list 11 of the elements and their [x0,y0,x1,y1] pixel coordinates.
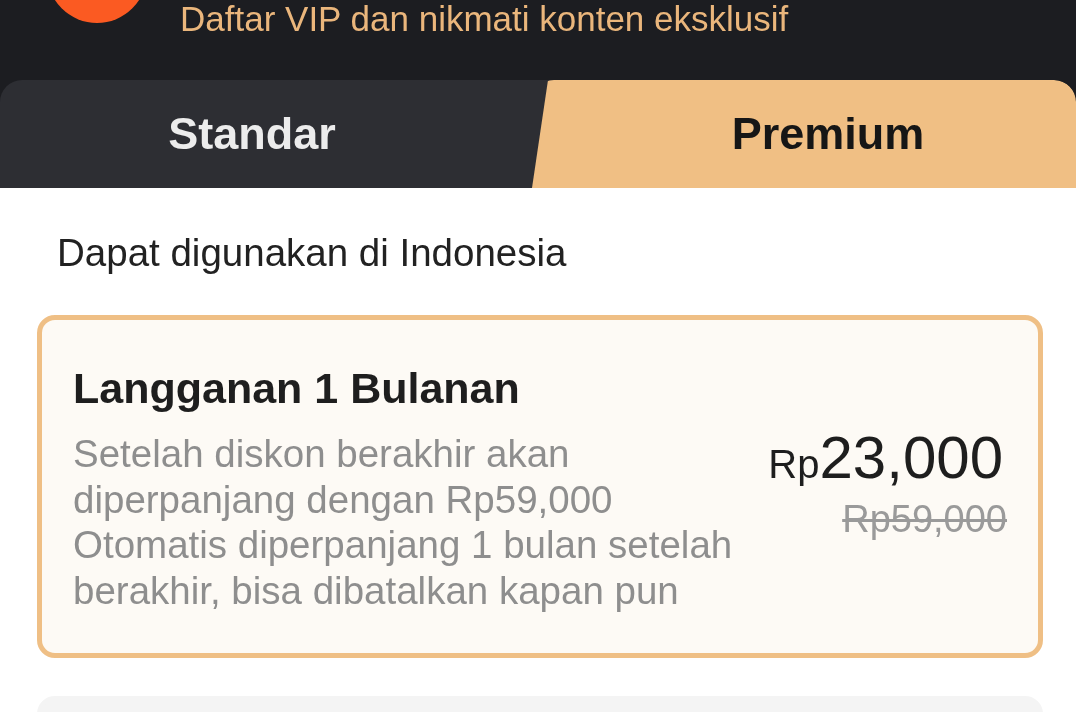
header-subtitle: Daftar VIP dan nikmati konten eksklusif [180,0,789,38]
plan-description: Setelah diskon berakhir akan diperpanjang dengan Rp59,000 [73,431,614,522]
plan-tab[interactable]: Premium [532,80,1076,188]
region-note: Dapat digunakan di Indonesia [56,231,568,275]
price-amount: 23,000 [819,423,1003,493]
original-price: Rp59,000 [842,499,1007,539]
plan-description: Otomatis diperpanjang 1 bulan setelah berakhir, bisa dibatalkan kapan pun [73,522,734,613]
plan-tab[interactable]: Standar [0,80,532,188]
currency-label: Rp [768,441,820,488]
plan-card[interactable]: Langganan 1 Bulanan Setelah diskon berakhir akan diperpanjang dengan Rp59,000 Otomatis diperpanjang 1 bulan setelah berakhir, bisa dibatalkan kapan pun Rp23,000 Rp59,000 [37,315,1043,658]
plan-title: Langganan 1 Bulanan [73,364,521,412]
